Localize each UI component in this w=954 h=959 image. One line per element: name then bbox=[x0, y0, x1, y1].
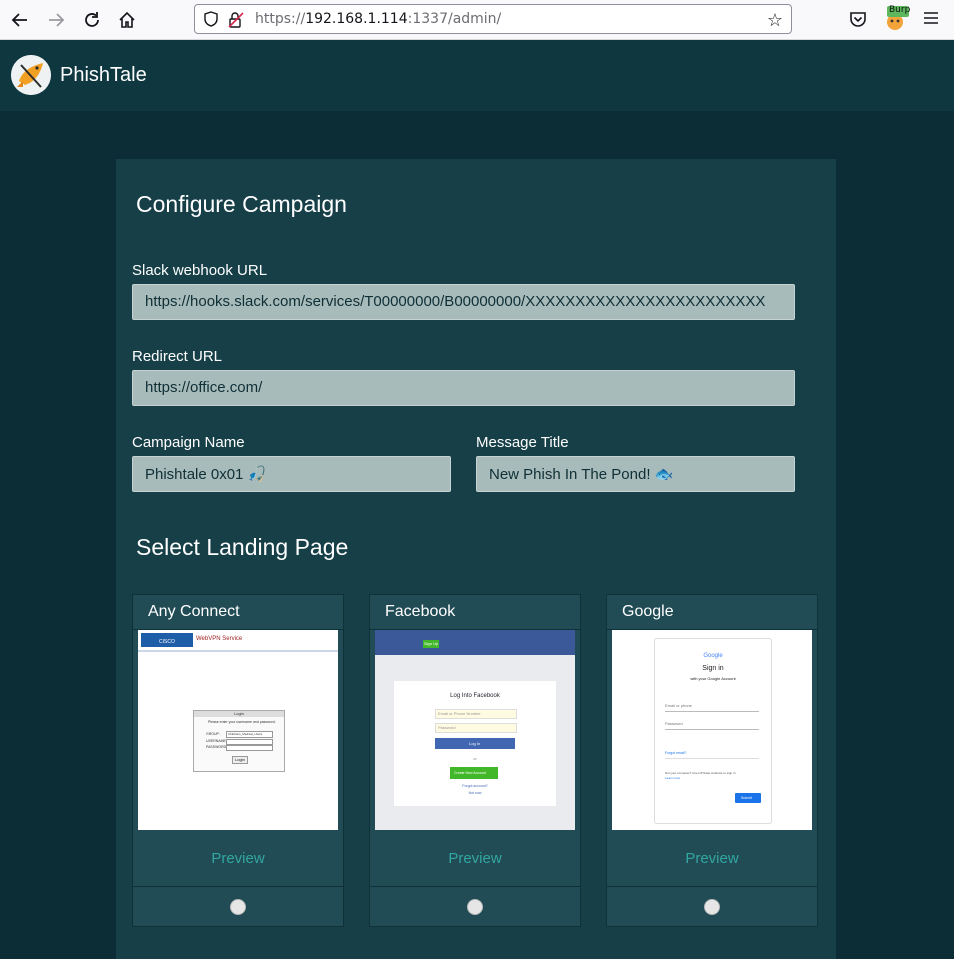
configure-campaign-card: Configure Campaign Slack webhook URL htt… bbox=[116, 159, 836, 959]
app-header: PhishTale bbox=[0, 40, 954, 111]
radio-row bbox=[370, 886, 580, 927]
radio-row bbox=[133, 886, 343, 927]
landing-page-card-facebook[interactable]: Facebook Sign Up Log Into Facebook Email… bbox=[369, 594, 581, 927]
select-radio-google[interactable] bbox=[704, 899, 720, 915]
slack-webhook-input[interactable]: https://hooks.slack.com/services/T000000… bbox=[132, 284, 795, 320]
landing-page-header: Facebook bbox=[370, 595, 580, 630]
webvpn-service-text: WebVPN Service bbox=[196, 636, 243, 642]
burp-badge: Burp bbox=[889, 5, 911, 15]
google-password: Password bbox=[665, 721, 683, 726]
fb-topbar: Sign Up bbox=[375, 630, 575, 655]
hamburger-menu-icon[interactable] bbox=[922, 9, 940, 27]
url-bar[interactable]: https://192.168.1.114:1337/admin/ ☆ bbox=[194, 4, 792, 34]
redirect-url-input[interactable]: https://office.com/ bbox=[132, 370, 795, 406]
fb-heading: Log Into Facebook bbox=[450, 693, 500, 699]
google-forgot: Forgot email? bbox=[665, 751, 687, 755]
reload-icon[interactable] bbox=[80, 8, 104, 32]
landing-page-card-anyconnect[interactable]: Any Connect CISCO WebVPN Service Login P… bbox=[132, 594, 344, 927]
preview-link[interactable]: Preview bbox=[370, 850, 580, 867]
radio-row bbox=[607, 886, 817, 927]
fb-forgot: Forgot account? bbox=[462, 784, 488, 788]
url-text[interactable]: https://192.168.1.114:1337/admin/ bbox=[255, 11, 501, 27]
bookmark-star-icon[interactable]: ☆ bbox=[767, 10, 783, 31]
tracking-shield-icon[interactable] bbox=[203, 11, 219, 27]
group-label: GROUP: bbox=[206, 732, 220, 736]
back-icon[interactable] bbox=[8, 8, 32, 32]
google-note: Not your computer? Use InPrivate windows… bbox=[665, 771, 737, 775]
app-brand-title[interactable]: PhishTale bbox=[60, 64, 147, 87]
home-icon[interactable] bbox=[115, 8, 139, 32]
login-prompt: Please enter your username and password. bbox=[208, 720, 276, 724]
landing-page-header: Any Connect bbox=[133, 595, 343, 630]
fb-login-button: Log In bbox=[469, 741, 481, 746]
campaign-name-input[interactable]: Phishtale 0x01 🎣 bbox=[132, 456, 451, 492]
google-heading: Sign in bbox=[702, 665, 724, 672]
login-box-header: Login bbox=[234, 711, 244, 716]
header-rule bbox=[138, 650, 338, 652]
google-signin-box: Google Sign in with your Google Account … bbox=[654, 638, 772, 824]
login-button: Login bbox=[235, 757, 245, 762]
fb-or: or bbox=[473, 756, 477, 761]
insecure-lock-icon[interactable] bbox=[227, 11, 245, 29]
fb-notnow: Not now bbox=[468, 791, 482, 795]
browser-toolbar: https://192.168.1.114:1337/admin/ ☆ Burp bbox=[0, 0, 954, 40]
phishtale-logo-icon[interactable] bbox=[11, 55, 51, 95]
google-sub: with your Google Account bbox=[690, 676, 736, 681]
forward-icon[interactable] bbox=[44, 8, 68, 32]
configure-campaign-heading: Configure Campaign bbox=[136, 191, 347, 217]
login-box: Login Please enter your username and pas… bbox=[193, 710, 285, 772]
select-radio-facebook[interactable] bbox=[467, 899, 483, 915]
preview-link[interactable]: Preview bbox=[133, 850, 343, 867]
google-learn-more: Learn more bbox=[665, 776, 681, 780]
google-logo: Google bbox=[703, 653, 723, 659]
username-label: USERNAME: bbox=[206, 739, 227, 743]
landing-page-name: Facebook bbox=[385, 603, 456, 620]
google-submit: Submit bbox=[741, 796, 752, 800]
fb-signup: Sign Up bbox=[424, 641, 439, 646]
fb-password: Password bbox=[438, 725, 456, 730]
campaign-name-label: Campaign Name bbox=[132, 434, 245, 451]
landing-page-name: Google bbox=[622, 603, 674, 620]
cisco-logo: CISCO bbox=[141, 633, 193, 647]
preview-link[interactable]: Preview bbox=[607, 850, 817, 867]
fb-login-box: Log Into Facebook Email or Phone Number … bbox=[394, 681, 556, 806]
select-radio-anyconnect[interactable] bbox=[230, 899, 246, 915]
landing-page-header: Google bbox=[607, 595, 817, 630]
password-label: PASSWORD: bbox=[206, 745, 228, 749]
message-title-label: Message Title bbox=[476, 434, 569, 451]
landing-page-card-google[interactable]: Google Google Sign in with your Google A… bbox=[606, 594, 818, 927]
fb-create-button: Create New Account bbox=[454, 771, 486, 775]
anyconnect-screenshot[interactable]: CISCO WebVPN Service Login Please enter … bbox=[138, 630, 338, 830]
google-screenshot[interactable]: Google Sign in with your Google Account … bbox=[612, 630, 812, 830]
pocket-icon[interactable] bbox=[848, 9, 868, 29]
message-title-input[interactable]: New Phish In The Pond! 🐟 bbox=[476, 456, 795, 492]
facebook-screenshot[interactable]: Sign Up Log Into Facebook Email or Phone… bbox=[375, 630, 575, 830]
landing-page-name: Any Connect bbox=[148, 603, 240, 620]
select-landing-page-heading: Select Landing Page bbox=[136, 534, 349, 560]
google-email: Email or phone bbox=[665, 703, 692, 708]
group-select: Childrens_Medical_Users bbox=[228, 732, 263, 736]
redirect-url-label: Redirect URL bbox=[132, 348, 223, 365]
fb-email: Email or Phone Number bbox=[438, 711, 481, 716]
burp-extension-icon[interactable]: Burp bbox=[884, 5, 911, 32]
slack-webhook-label: Slack webhook URL bbox=[132, 262, 268, 279]
